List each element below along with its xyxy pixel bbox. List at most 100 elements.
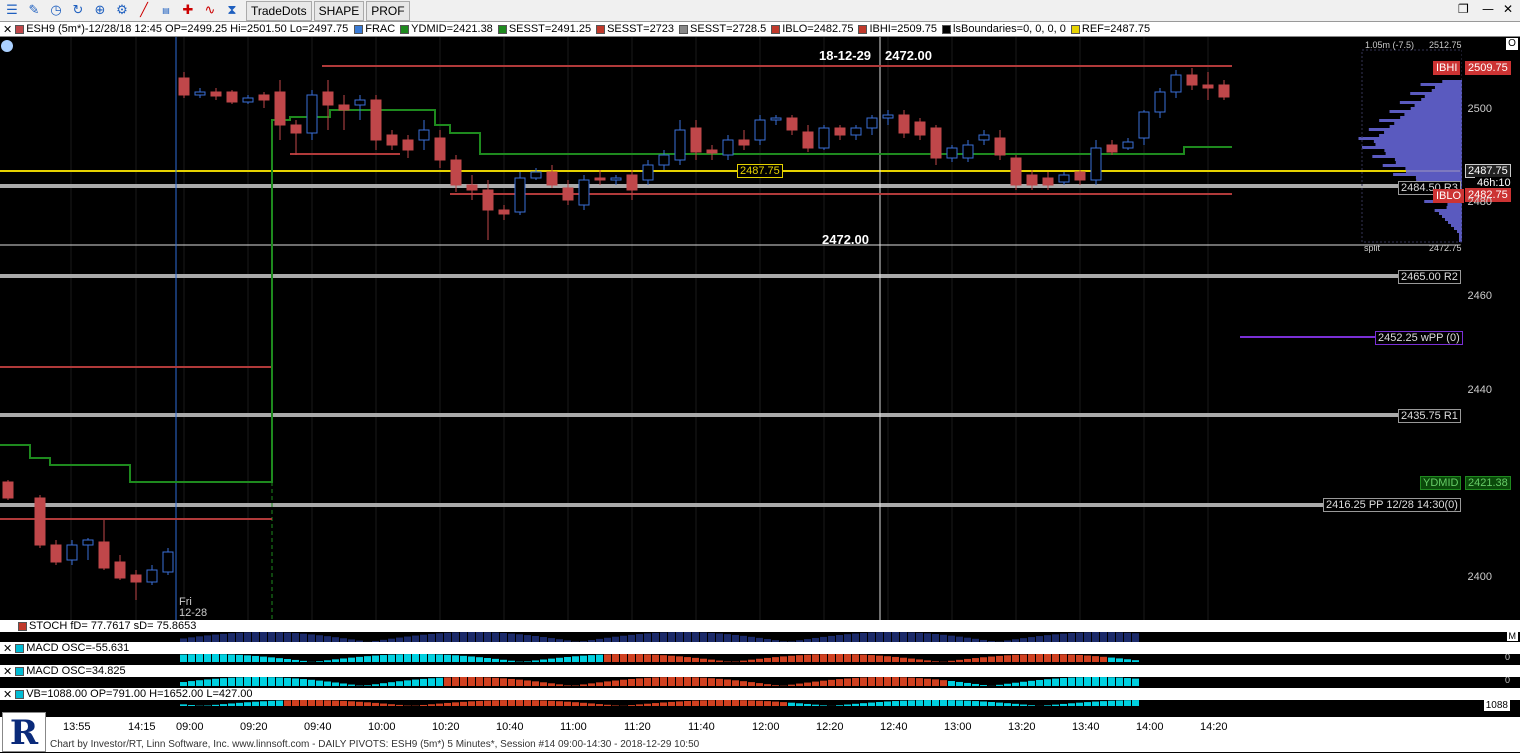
indicator-bar xyxy=(308,634,315,642)
indicator-bar xyxy=(468,701,475,706)
indicator-bar xyxy=(1084,656,1091,662)
restore-icon[interactable]: ❐ xyxy=(1458,2,1469,16)
pencil-icon[interactable]: ✎ xyxy=(24,1,44,21)
stoch-header[interactable]: STOCH fD= 77.7617 sD= 75.8653 xyxy=(0,620,1520,632)
indicator-bar xyxy=(364,685,371,686)
zoom-out-icon[interactable]: O xyxy=(1506,38,1518,50)
shape-button[interactable]: SHAPE xyxy=(314,1,365,21)
candle-body xyxy=(147,570,157,582)
time-axis-tick: 12:00 xyxy=(752,721,780,733)
indicator-bar xyxy=(1076,677,1083,686)
indicator-bar xyxy=(284,700,291,706)
indicator-bar xyxy=(852,634,859,642)
indicator-bar xyxy=(700,632,707,642)
legend-item[interactable]: YDMID=2421.38 xyxy=(400,23,493,35)
refresh-icon[interactable]: ↻ xyxy=(68,1,88,21)
stoch-axis-label: M xyxy=(1507,632,1519,641)
title-icon[interactable]: ▤ xyxy=(156,1,176,21)
indicator-bar xyxy=(860,678,867,686)
legend-item[interactable]: IBLO=2482.75 xyxy=(771,23,853,35)
vb-chart xyxy=(0,700,1520,717)
indicator-bar xyxy=(484,677,491,686)
indicator-bar xyxy=(660,655,667,662)
indicator-bar xyxy=(1084,702,1091,706)
gear-icon[interactable]: ⚙ xyxy=(112,1,132,21)
indicator-bar xyxy=(476,632,483,642)
volume-profile-bar xyxy=(1406,170,1462,173)
indicator-bar xyxy=(796,684,803,686)
indicator-bar xyxy=(1076,655,1083,662)
legend-item[interactable]: SESST=2728.5 xyxy=(679,23,766,35)
menu-icon[interactable]: ☰ xyxy=(2,1,22,21)
legend-item[interactable]: FRAC xyxy=(354,23,395,35)
legend-item[interactable]: REF=2487.75 xyxy=(1071,23,1150,35)
minimize-icon[interactable]: — xyxy=(1482,2,1494,16)
prof-button[interactable]: PROF xyxy=(366,1,409,21)
indicator-bar xyxy=(916,700,923,706)
indicator-bar xyxy=(364,656,371,662)
volume-profile-bar xyxy=(1384,131,1462,134)
zoom-icon[interactable]: ⊕ xyxy=(90,1,110,21)
volume-profile-bar xyxy=(1447,206,1462,209)
crosshair-icon[interactable]: ✚ xyxy=(178,1,198,21)
indicator-bar xyxy=(940,700,947,706)
candle-body xyxy=(291,125,301,133)
indicator-bar xyxy=(1004,703,1011,706)
legend-item-label: YDMID=2421.38 xyxy=(411,23,493,35)
candle-body xyxy=(115,562,125,578)
indicator-bar xyxy=(820,654,827,662)
time-axis[interactable]: 13:5514:1509:0009:2009:4010:0010:2010:40… xyxy=(0,717,1520,737)
indicator-bar xyxy=(476,657,483,662)
indicator-bar xyxy=(804,655,811,662)
legend-close-icon[interactable]: ✕ xyxy=(3,23,12,36)
macd2-header[interactable]: ✕ MACD OSC=34.825 xyxy=(0,665,1520,677)
indicator-bar xyxy=(556,658,563,662)
ibhi-tag: IBHI xyxy=(1433,61,1460,75)
macd2-close-icon[interactable]: ✕ xyxy=(3,665,12,678)
candle-body xyxy=(483,190,493,210)
scroll-handle xyxy=(1,40,13,52)
macd1-panel: 0 xyxy=(0,654,1520,664)
indicator-bar xyxy=(764,701,771,706)
indicator-bar xyxy=(916,659,923,662)
indicator-bar xyxy=(1060,654,1067,662)
volume-profile-bar xyxy=(1404,113,1462,116)
legend-item[interactable]: IBHI=2509.75 xyxy=(858,23,937,35)
hourglass-icon[interactable]: ⧗ xyxy=(222,1,242,21)
volume-profile-bar xyxy=(1379,119,1462,122)
vb-close-icon[interactable]: ✕ xyxy=(3,688,12,701)
indicator-bar xyxy=(708,700,715,706)
volume-profile-bar xyxy=(1362,146,1462,149)
line-tool-icon[interactable]: ╱ xyxy=(134,1,154,21)
indicator-bar xyxy=(1004,684,1011,686)
candle-body xyxy=(915,122,925,135)
indicator-bar xyxy=(908,632,915,642)
indicator-bar xyxy=(708,678,715,686)
legend-item[interactable]: SESST=2491.25 xyxy=(498,23,591,35)
indicator-bar xyxy=(788,656,795,662)
indicator-bar xyxy=(644,633,651,642)
price-chart[interactable] xyxy=(0,37,1520,620)
macd1-header[interactable]: ✕ MACD OSC=-55.631 xyxy=(0,642,1520,654)
clock-icon[interactable]: ◷ xyxy=(46,1,66,21)
indicator-bar xyxy=(260,632,267,642)
macd1-close-icon[interactable]: ✕ xyxy=(3,642,12,655)
indicator-bar xyxy=(676,677,683,686)
indicator-bar xyxy=(868,655,875,662)
volume-profile-bar xyxy=(1375,143,1462,146)
tradedots-button[interactable]: TradeDots xyxy=(246,1,312,21)
indicator-bar xyxy=(836,679,843,686)
legend-item[interactable]: SESST=2723 xyxy=(596,23,674,35)
indicator-bar xyxy=(484,658,491,662)
indicator-bar xyxy=(868,703,875,706)
candle-body xyxy=(787,118,797,130)
legend-item[interactable]: lsBoundaries=0, 0, 0, 0 xyxy=(942,23,1066,35)
candle-body xyxy=(451,160,461,185)
close-icon[interactable]: ✕ xyxy=(1503,2,1513,16)
indicator-bar xyxy=(1044,654,1051,662)
candle-body xyxy=(835,128,845,135)
indicator-bar xyxy=(740,661,747,662)
vb-header[interactable]: ✕ VB=1088.00 OP=791.00 H=1652.00 L=427.0… xyxy=(0,688,1520,700)
wave-icon[interactable]: ∿ xyxy=(200,1,220,21)
indicator-bar xyxy=(1012,704,1019,706)
